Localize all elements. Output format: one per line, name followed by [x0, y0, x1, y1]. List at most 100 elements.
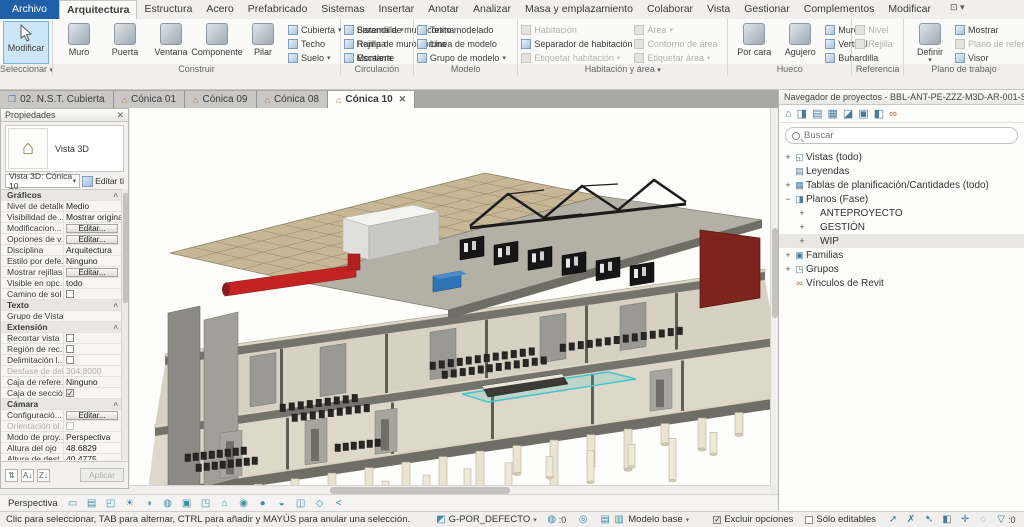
property-row-caja-de-secci-n[interactable]: Caja de sección: [1, 388, 122, 399]
sun-path-icon[interactable]: ☀: [123, 497, 137, 510]
por-cara-button[interactable]: Por cara: [731, 21, 777, 64]
panel-label-circulacion[interactable]: Circulación: [341, 64, 413, 76]
tree-item-v-nculos-de-revit[interactable]: ∞Vínculos de Revit: [779, 276, 1024, 290]
editar-button[interactable]: Editar...: [66, 411, 118, 420]
view-tab-c-nica-09[interactable]: ⌂Cónica 09: [185, 91, 256, 108]
perspective-label[interactable]: Perspectiva: [8, 498, 58, 509]
editar-button[interactable]: Editar...: [66, 268, 118, 277]
select-by-face-icon[interactable]: ◧: [940, 513, 954, 526]
property-row-modo-de-proy-[interactable]: Modo de proy...Perspectiva: [1, 432, 122, 443]
tab-modificar[interactable]: Modificar: [881, 0, 938, 19]
properties-help-icon[interactable]: ⇅: [5, 469, 18, 482]
editable-only-checkbox[interactable]: Sólo editables: [805, 514, 876, 525]
filter-icon[interactable]: ▽: [994, 513, 1008, 526]
techo-button[interactable]: Techo: [288, 37, 342, 50]
expander-icon[interactable]: −: [783, 194, 793, 204]
render-icon[interactable]: ◍: [161, 497, 175, 510]
checkbox[interactable]: [66, 290, 74, 298]
tab-arquitectura[interactable]: Arquitectura: [59, 0, 137, 19]
hide-isolate-icon[interactable]: ◉: [237, 497, 251, 510]
pilar-button[interactable]: Pilar: [240, 21, 286, 64]
tab-colaborar[interactable]: Colaborar: [640, 0, 700, 19]
property-row-altura-de-dest-[interactable]: Altura de dest...40.4775: [1, 454, 122, 460]
tree-item-planos-fase-[interactable]: −◨Planos (Fase): [779, 192, 1024, 206]
tab-acero[interactable]: Acero: [199, 0, 240, 19]
families-icon[interactable]: ◪: [843, 107, 853, 120]
separador-de-habitaci-n-button[interactable]: Separador de habitación: [521, 37, 632, 50]
link-icon[interactable]: ∞: [889, 108, 897, 120]
expander-icon[interactable]: +: [783, 264, 793, 274]
type-selector-dropdown[interactable]: Vista 3D: Cónica 10▾: [5, 174, 80, 188]
checkbox[interactable]: [66, 334, 74, 342]
viewport-vertical-scrollbar[interactable]: [770, 108, 778, 485]
property-row-orientaci-n-bl-[interactable]: Orientación bl...: [1, 421, 122, 432]
crop-region-icon[interactable]: ◳: [199, 497, 213, 510]
agujero-button[interactable]: Agujero: [777, 21, 823, 64]
properties-scrollbar[interactable]: [121, 189, 128, 460]
expander-icon[interactable]: +: [783, 250, 793, 260]
property-section-extensión[interactable]: Extensión: [1, 322, 122, 333]
modify-button[interactable]: Modificar: [3, 21, 49, 64]
sheets-icon[interactable]: ▦: [827, 107, 837, 120]
expander-icon[interactable]: +: [783, 180, 793, 190]
shadows-icon[interactable]: ◑: [142, 497, 156, 510]
property-row-configuraci-[interactable]: Configuració...Editar...: [1, 410, 122, 421]
etiquetar-rea-button[interactable]: Etiquetar área▾: [634, 51, 717, 64]
l-nea-de-modelo-button[interactable]: Línea de modelo: [417, 37, 506, 50]
visor-button[interactable]: Visor: [955, 51, 1024, 64]
checkbox[interactable]: [66, 422, 74, 430]
analytical-icon[interactable]: ◫: [294, 497, 308, 510]
tab-sistemas[interactable]: Sistemas: [314, 0, 371, 19]
property-row-regi-n-de-rec-[interactable]: Región de rec...: [1, 344, 122, 355]
type-preview[interactable]: ⌂ Vista 3D: [5, 125, 124, 172]
editar-button[interactable]: Editar...: [66, 224, 118, 233]
drag-on-selection-icon[interactable]: ✛: [958, 513, 972, 526]
rampa-button[interactable]: Rampa: [344, 37, 404, 50]
checkbox[interactable]: [66, 356, 74, 364]
panel-label-habitacion[interactable]: Habitación y área ▾: [518, 64, 727, 76]
property-row-modificacion-[interactable]: Modificacion...Editar...: [1, 223, 122, 234]
schedules-icon[interactable]: ▤: [812, 107, 822, 120]
tab-prefabricado[interactable]: Prefabricado: [241, 0, 315, 19]
reveal-hidden-icon[interactable]: ●: [256, 497, 270, 510]
puerta-button[interactable]: Puerta: [102, 21, 148, 64]
view-tab-c-nica-10[interactable]: ⌂Cónica 10✕: [328, 91, 415, 108]
panel-label-plano[interactable]: Plano de trabajo: [904, 64, 1024, 76]
tab-estructura[interactable]: Estructura: [137, 0, 199, 19]
view-tab-02-n-s-t-cubierta[interactable]: ❒02. N.S.T. Cubierta: [0, 91, 114, 108]
panel-label-referencia[interactable]: Referencia: [852, 64, 903, 76]
tab-gestionar[interactable]: Gestionar: [737, 0, 797, 19]
lock-view-icon[interactable]: ⌂: [218, 497, 232, 510]
property-row-estilo-por-defe-[interactable]: Estilo por defe...Ninguno: [1, 256, 122, 267]
-rea-button[interactable]: Área▾: [634, 23, 717, 36]
muro-button[interactable]: Muro: [56, 21, 102, 64]
property-row-mostrar-rejillas[interactable]: Mostrar rejillasEditar...: [1, 267, 122, 278]
search-input[interactable]: [804, 130, 1011, 141]
scale-icon[interactable]: ▭: [66, 497, 80, 510]
detail-level-icon[interactable]: ▤: [85, 497, 99, 510]
select-links-icon[interactable]: ➚: [886, 513, 900, 526]
panel-label-hueco[interactable]: Hueco: [728, 64, 851, 76]
add-to-set-icon[interactable]: ▥: [612, 514, 626, 525]
property-row-recortar-vista[interactable]: Recortar vista: [1, 333, 122, 344]
nivel-button[interactable]: Nivel: [855, 23, 893, 36]
cubierta-button[interactable]: Cubierta▾: [288, 23, 342, 36]
escalera-button[interactable]: Escalera: [344, 51, 404, 64]
expander-icon[interactable]: +: [797, 236, 807, 246]
barandilla-button[interactable]: Barandilla▾: [344, 23, 404, 36]
checkbox[interactable]: [66, 345, 74, 353]
ventana-button[interactable]: Ventana: [148, 21, 194, 64]
grupo-de-modelo-button[interactable]: Grupo de modelo▾: [417, 51, 506, 64]
property-row-opciones-de-v-[interactable]: Opciones de v...Editar...: [1, 234, 122, 245]
property-row-altura-del-ojo[interactable]: Altura del ojo48.6829: [1, 443, 122, 454]
groups-icon[interactable]: ▣: [858, 107, 868, 120]
visual-style-icon[interactable]: ◰: [104, 497, 118, 510]
sort-grouped-icon[interactable]: Z↓: [37, 469, 50, 482]
design-options-icon[interactable]: ▤: [598, 514, 612, 525]
rejilla-button[interactable]: Rejilla: [855, 37, 893, 50]
drawing-area[interactable]: IZQUIERDA FRONTAL ▾ ▾: [130, 108, 770, 485]
viewport-horizontal-scrollbar[interactable]: [130, 485, 770, 494]
tab-archivo[interactable]: Archivo: [0, 0, 59, 19]
select-underlay-icon[interactable]: ✗: [904, 513, 918, 526]
checkbox[interactable]: [66, 389, 74, 397]
